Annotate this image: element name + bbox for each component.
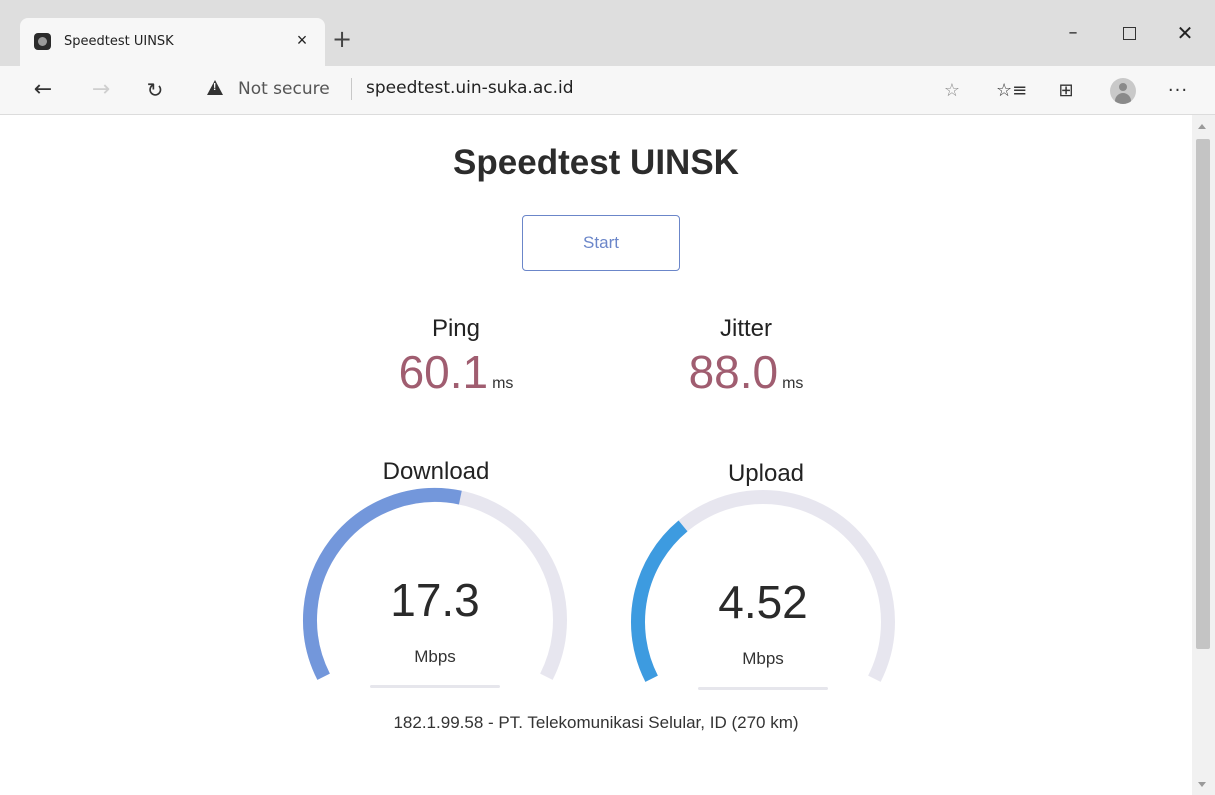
tab-bar: Speedtest UINSK × + – ✕ xyxy=(0,0,1215,66)
download-label: Download xyxy=(382,458,490,485)
scroll-down-icon[interactable] xyxy=(1198,782,1206,787)
back-arrow-icon[interactable]: ← xyxy=(28,75,58,105)
window-close-icon[interactable]: ✕ xyxy=(1170,20,1200,46)
forward-arrow-icon[interactable]: → xyxy=(86,75,116,105)
ping-label: Ping xyxy=(431,315,481,342)
star-icon[interactable]: ☆ xyxy=(938,77,966,105)
tab-close-icon[interactable]: × xyxy=(290,28,314,52)
jitter-unit: ms xyxy=(782,375,804,392)
browser-tab[interactable]: Speedtest UINSK × xyxy=(20,18,325,66)
server-info: 182.1.99.58 - PT. Telekomunikasi Selular… xyxy=(393,713,799,732)
upload-label: Upload xyxy=(727,460,805,487)
warning-icon[interactable] xyxy=(207,80,223,95)
collections-icon[interactable]: ⊞ xyxy=(1052,77,1080,105)
start-button[interactable]: Start xyxy=(522,215,680,271)
download-unit: Mbps xyxy=(414,647,456,666)
reload-icon[interactable]: ↻ xyxy=(140,75,170,105)
address-bar: ← → ↻ Not secure speedtest.uin-suka.ac.i… xyxy=(0,66,1215,115)
security-label[interactable]: Not secure xyxy=(238,79,330,99)
scroll-up-icon[interactable] xyxy=(1198,124,1206,129)
more-icon[interactable]: ··· xyxy=(1164,77,1192,105)
page-content: Speedtest UINSK Start Ping 60.1 ms Jitter… xyxy=(0,115,1192,795)
tab-title: Speedtest UINSK xyxy=(64,34,174,49)
download-value: 17.3 xyxy=(390,574,480,626)
profile-icon[interactable] xyxy=(1110,78,1136,104)
maximize-icon[interactable] xyxy=(1114,20,1144,46)
upload-unit: Mbps xyxy=(742,649,784,668)
favicon-icon xyxy=(34,33,51,50)
ping-value: 60.1 xyxy=(398,346,489,398)
upload-progress-line xyxy=(698,687,828,690)
jitter-label: Jitter xyxy=(719,315,772,342)
page-title: Speedtest UINSK xyxy=(453,143,739,182)
download-progress-line xyxy=(370,685,500,688)
upload-value: 4.52 xyxy=(718,576,808,628)
ping-unit: ms xyxy=(492,375,514,392)
jitter-metric: Jitter 88.0 ms xyxy=(636,315,856,399)
minimize-icon[interactable]: – xyxy=(1058,20,1088,46)
ping-metric: Ping 60.1 ms xyxy=(346,315,566,399)
new-tab-icon[interactable]: + xyxy=(330,26,354,52)
jitter-value: 88.0 xyxy=(688,346,779,398)
favorites-list-icon[interactable]: ☆≡ xyxy=(996,77,1027,105)
address-separator xyxy=(351,78,352,100)
scroll-thumb[interactable] xyxy=(1196,139,1210,649)
vertical-scrollbar[interactable] xyxy=(1192,115,1215,795)
url-field[interactable]: speedtest.uin-suka.ac.id xyxy=(366,78,574,98)
